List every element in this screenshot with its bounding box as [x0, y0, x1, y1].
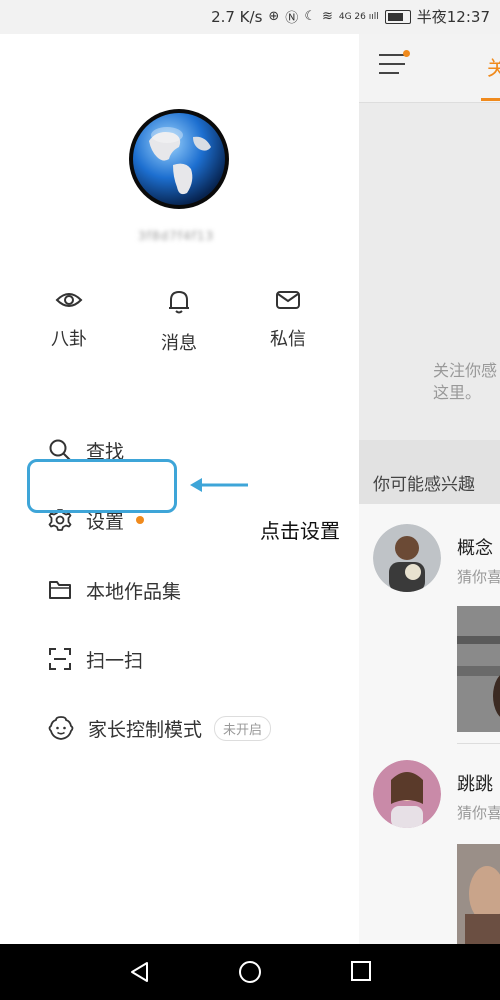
- menu-item-label: 扫一扫: [86, 649, 144, 672]
- arrow-left-icon: [190, 478, 248, 492]
- avatar[interactable]: [373, 760, 441, 828]
- child-face-icon: [48, 716, 74, 740]
- recommend-photo[interactable]: [457, 606, 500, 732]
- tab-follow[interactable]: 关: [487, 52, 500, 81]
- battery-icon: [384, 9, 411, 24]
- recents-icon[interactable]: [350, 960, 372, 982]
- mail-icon: [276, 291, 300, 309]
- main-feed-behind-drawer: 关 关注你感 这里。 你可能感兴趣 概念 猜你喜 跳跳 猜你喜: [359, 34, 500, 944]
- recommend-card[interactable]: 跳跳 猜你喜: [359, 754, 500, 944]
- avatar-globe[interactable]: [127, 107, 231, 211]
- quick-action-private-mail[interactable]: 私信: [248, 289, 328, 351]
- menu-item-parental-control[interactable]: 家长控制模式 未开启: [48, 712, 272, 744]
- menu-item-scan[interactable]: 扫一扫: [48, 643, 143, 675]
- avatar[interactable]: [373, 524, 441, 592]
- highlight-box: [27, 459, 177, 513]
- status-bar-right: 2.7 K/s ⊕ Ⓝ ☾ ≋ 4G 26 ııll 半夜12:37: [211, 6, 490, 27]
- quick-action-label: 消息: [161, 333, 197, 354]
- quick-action-label: 八卦: [51, 329, 87, 350]
- nfc-icon: Ⓝ: [285, 11, 299, 26]
- net-speed: 2.7 K/s: [211, 7, 263, 26]
- recommend-subtitle: 猜你喜: [457, 804, 500, 822]
- follow-hint: 关注你感 这里。: [433, 360, 497, 404]
- follow-hint-line1: 关注你感: [433, 361, 498, 380]
- tab-indicator: [481, 98, 500, 101]
- status-bar: 2.7 K/s ⊕ Ⓝ ☾ ≋ 4G 26 ııll 半夜12:37: [0, 0, 500, 34]
- recommend-subtitle: 猜你喜: [457, 568, 500, 586]
- menu-button[interactable]: [379, 50, 410, 81]
- eye-icon: [55, 293, 83, 307]
- quick-action-label: 私信: [270, 329, 306, 350]
- moon-icon: ☾: [304, 9, 316, 24]
- menu-item-label: 家长控制模式: [88, 718, 203, 741]
- interest-title: 你可能感兴趣: [373, 475, 475, 495]
- data-saver-icon: ⊕: [268, 9, 280, 24]
- signal-icon: 4G 26 ııll: [338, 11, 379, 22]
- folder-icon: [49, 581, 71, 599]
- divider: [457, 743, 500, 744]
- clock: 半夜12:37: [416, 8, 490, 26]
- system-nav-bar: [0, 944, 500, 1000]
- recommend-card[interactable]: 概念 猜你喜: [359, 504, 500, 754]
- menu-item-label: 本地作品集: [86, 580, 182, 603]
- home-icon[interactable]: [238, 960, 262, 984]
- status-badge: 未开启: [214, 715, 272, 741]
- bell-icon: [169, 290, 189, 314]
- quick-action-messages[interactable]: 消息: [139, 289, 219, 355]
- follow-hint-line2: 这里。: [433, 383, 482, 402]
- recommend-photo[interactable]: [457, 844, 500, 944]
- wifi-icon: ≋: [321, 9, 333, 24]
- recommend-name: 概念: [457, 538, 493, 559]
- menu-notification-dot: [403, 50, 410, 57]
- quick-action-gossip[interactable]: 八卦: [29, 289, 109, 351]
- notification-dot: [136, 516, 145, 524]
- recommend-name: 跳跳: [457, 774, 493, 795]
- annotation-text: 点击设置: [260, 519, 340, 543]
- feed-header: 关: [359, 34, 500, 103]
- back-icon[interactable]: [128, 960, 150, 984]
- username: 3f8d7f4f13: [138, 229, 215, 243]
- scan-icon: [49, 648, 71, 670]
- menu-item-local-works[interactable]: 本地作品集: [48, 574, 181, 606]
